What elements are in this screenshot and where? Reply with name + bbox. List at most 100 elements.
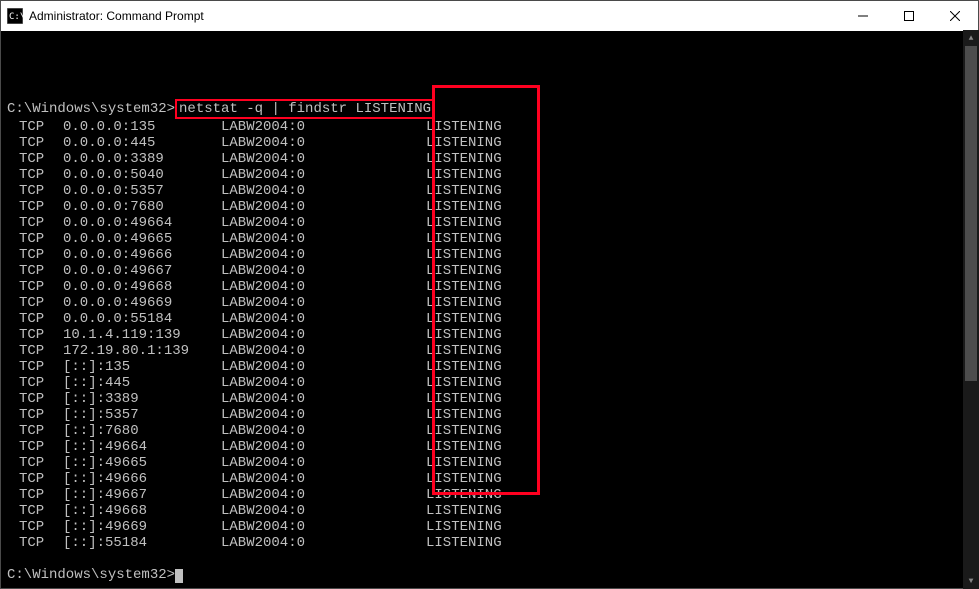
col-proto: TCP — [7, 375, 63, 391]
cursor — [175, 569, 183, 583]
minimize-button[interactable] — [840, 1, 886, 31]
output-row: TCP0.0.0.0:49664LABW2004:0LISTENING — [7, 215, 972, 231]
col-state: LISTENING — [426, 183, 502, 199]
window-controls — [840, 1, 978, 31]
output-row: TCP0.0.0.0:5040LABW2004:0LISTENING — [7, 167, 972, 183]
col-local: 0.0.0.0:49664 — [63, 215, 221, 231]
prompt-path: C:\Windows\system32> — [7, 101, 175, 117]
output-row: TCP[::]:49668LABW2004:0LISTENING — [7, 503, 972, 519]
scrollbar[interactable]: ▲ ▼ — [963, 30, 979, 589]
output-row: TCP0.0.0.0:55184LABW2004:0LISTENING — [7, 311, 972, 327]
titlebar[interactable]: C:\ Administrator: Command Prompt — [1, 1, 978, 31]
output-row: TCP0.0.0.0:3389LABW2004:0LISTENING — [7, 151, 972, 167]
col-state: LISTENING — [426, 247, 502, 263]
col-local: [::]:3389 — [63, 391, 221, 407]
col-foreign: LABW2004:0 — [221, 439, 426, 455]
col-state: LISTENING — [426, 423, 502, 439]
col-foreign: LABW2004:0 — [221, 199, 426, 215]
col-foreign: LABW2004:0 — [221, 519, 426, 535]
output-row: TCP[::]:49666LABW2004:0LISTENING — [7, 471, 972, 487]
svg-text:C:\: C:\ — [9, 12, 23, 22]
col-state: LISTENING — [426, 487, 502, 503]
output-row: TCP0.0.0.0:49669LABW2004:0LISTENING — [7, 295, 972, 311]
terminal-area[interactable]: C:\Windows\system32>netstat -q | findstr… — [1, 31, 978, 588]
col-state: LISTENING — [426, 503, 502, 519]
col-state: LISTENING — [426, 391, 502, 407]
output-row: TCP[::]:55184LABW2004:0LISTENING — [7, 535, 972, 551]
col-local: 0.0.0.0:49667 — [63, 263, 221, 279]
output-row: TCP0.0.0.0:135LABW2004:0LISTENING — [7, 119, 972, 135]
scrollbar-thumb[interactable] — [965, 46, 977, 381]
col-state: LISTENING — [426, 471, 502, 487]
col-foreign: LABW2004:0 — [221, 423, 426, 439]
col-state: LISTENING — [426, 455, 502, 471]
prompt-line-2: C:\Windows\system32> — [7, 567, 972, 583]
col-proto: TCP — [7, 327, 63, 343]
close-button[interactable] — [932, 1, 978, 31]
col-foreign: LABW2004:0 — [221, 343, 426, 359]
col-local: 0.0.0.0:55184 — [63, 311, 221, 327]
col-proto: TCP — [7, 247, 63, 263]
col-state: LISTENING — [426, 439, 502, 455]
col-state: LISTENING — [426, 167, 502, 183]
col-foreign: LABW2004:0 — [221, 263, 426, 279]
col-foreign: LABW2004:0 — [221, 487, 426, 503]
maximize-button[interactable] — [886, 1, 932, 31]
output-row: TCP0.0.0.0:49667LABW2004:0LISTENING — [7, 263, 972, 279]
col-local: 10.1.4.119:139 — [63, 327, 221, 343]
col-local: 0.0.0.0:5040 — [63, 167, 221, 183]
col-local: [::]:49666 — [63, 471, 221, 487]
col-foreign: LABW2004:0 — [221, 327, 426, 343]
col-state: LISTENING — [426, 519, 502, 535]
col-proto: TCP — [7, 215, 63, 231]
col-foreign: LABW2004:0 — [221, 359, 426, 375]
output-row: TCP0.0.0.0:49668LABW2004:0LISTENING — [7, 279, 972, 295]
col-local: 0.0.0.0:5357 — [63, 183, 221, 199]
col-foreign: LABW2004:0 — [221, 391, 426, 407]
col-local: 0.0.0.0:135 — [63, 119, 221, 135]
output-row: TCP[::]:135LABW2004:0LISTENING — [7, 359, 972, 375]
col-proto: TCP — [7, 455, 63, 471]
prompt-path-2: C:\Windows\system32> — [7, 567, 175, 583]
col-proto: TCP — [7, 119, 63, 135]
col-local: [::]:55184 — [63, 535, 221, 551]
col-state: LISTENING — [426, 407, 502, 423]
prompt-line-1: C:\Windows\system32>netstat -q | findstr… — [7, 99, 972, 119]
col-foreign: LABW2004:0 — [221, 295, 426, 311]
scroll-down-icon[interactable]: ▼ — [963, 573, 979, 589]
col-state: LISTENING — [426, 327, 502, 343]
col-proto: TCP — [7, 487, 63, 503]
col-foreign: LABW2004:0 — [221, 471, 426, 487]
output-row: TCP0.0.0.0:49665LABW2004:0LISTENING — [7, 231, 972, 247]
cmd-window: C:\ Administrator: Command Prompt C:\Win… — [0, 0, 979, 589]
col-foreign: LABW2004:0 — [221, 279, 426, 295]
col-foreign: LABW2004:0 — [221, 535, 426, 551]
output-row: TCP10.1.4.119:139LABW2004:0LISTENING — [7, 327, 972, 343]
col-local: 0.0.0.0:49669 — [63, 295, 221, 311]
scroll-up-icon[interactable]: ▲ — [963, 30, 979, 46]
col-local: [::]:135 — [63, 359, 221, 375]
col-proto: TCP — [7, 279, 63, 295]
col-state: LISTENING — [426, 199, 502, 215]
blank-line — [7, 551, 972, 567]
col-foreign: LABW2004:0 — [221, 215, 426, 231]
output-row: TCP0.0.0.0:7680LABW2004:0LISTENING — [7, 199, 972, 215]
col-state: LISTENING — [426, 263, 502, 279]
output-row: TCP[::]:49667LABW2004:0LISTENING — [7, 487, 972, 503]
output-row: TCP0.0.0.0:445LABW2004:0LISTENING — [7, 135, 972, 151]
output-row: TCP0.0.0.0:49666LABW2004:0LISTENING — [7, 247, 972, 263]
col-state: LISTENING — [426, 359, 502, 375]
output-row: TCP0.0.0.0:5357LABW2004:0LISTENING — [7, 183, 972, 199]
cmd-icon: C:\ — [7, 8, 23, 24]
col-proto: TCP — [7, 199, 63, 215]
col-proto: TCP — [7, 151, 63, 167]
col-proto: TCP — [7, 135, 63, 151]
col-proto: TCP — [7, 167, 63, 183]
command-highlight: netstat -q | findstr LISTENING — [175, 99, 435, 119]
col-local: 0.0.0.0:49665 — [63, 231, 221, 247]
col-state: LISTENING — [426, 535, 502, 551]
col-proto: TCP — [7, 503, 63, 519]
col-proto: TCP — [7, 183, 63, 199]
col-local: 0.0.0.0:3389 — [63, 151, 221, 167]
col-proto: TCP — [7, 263, 63, 279]
